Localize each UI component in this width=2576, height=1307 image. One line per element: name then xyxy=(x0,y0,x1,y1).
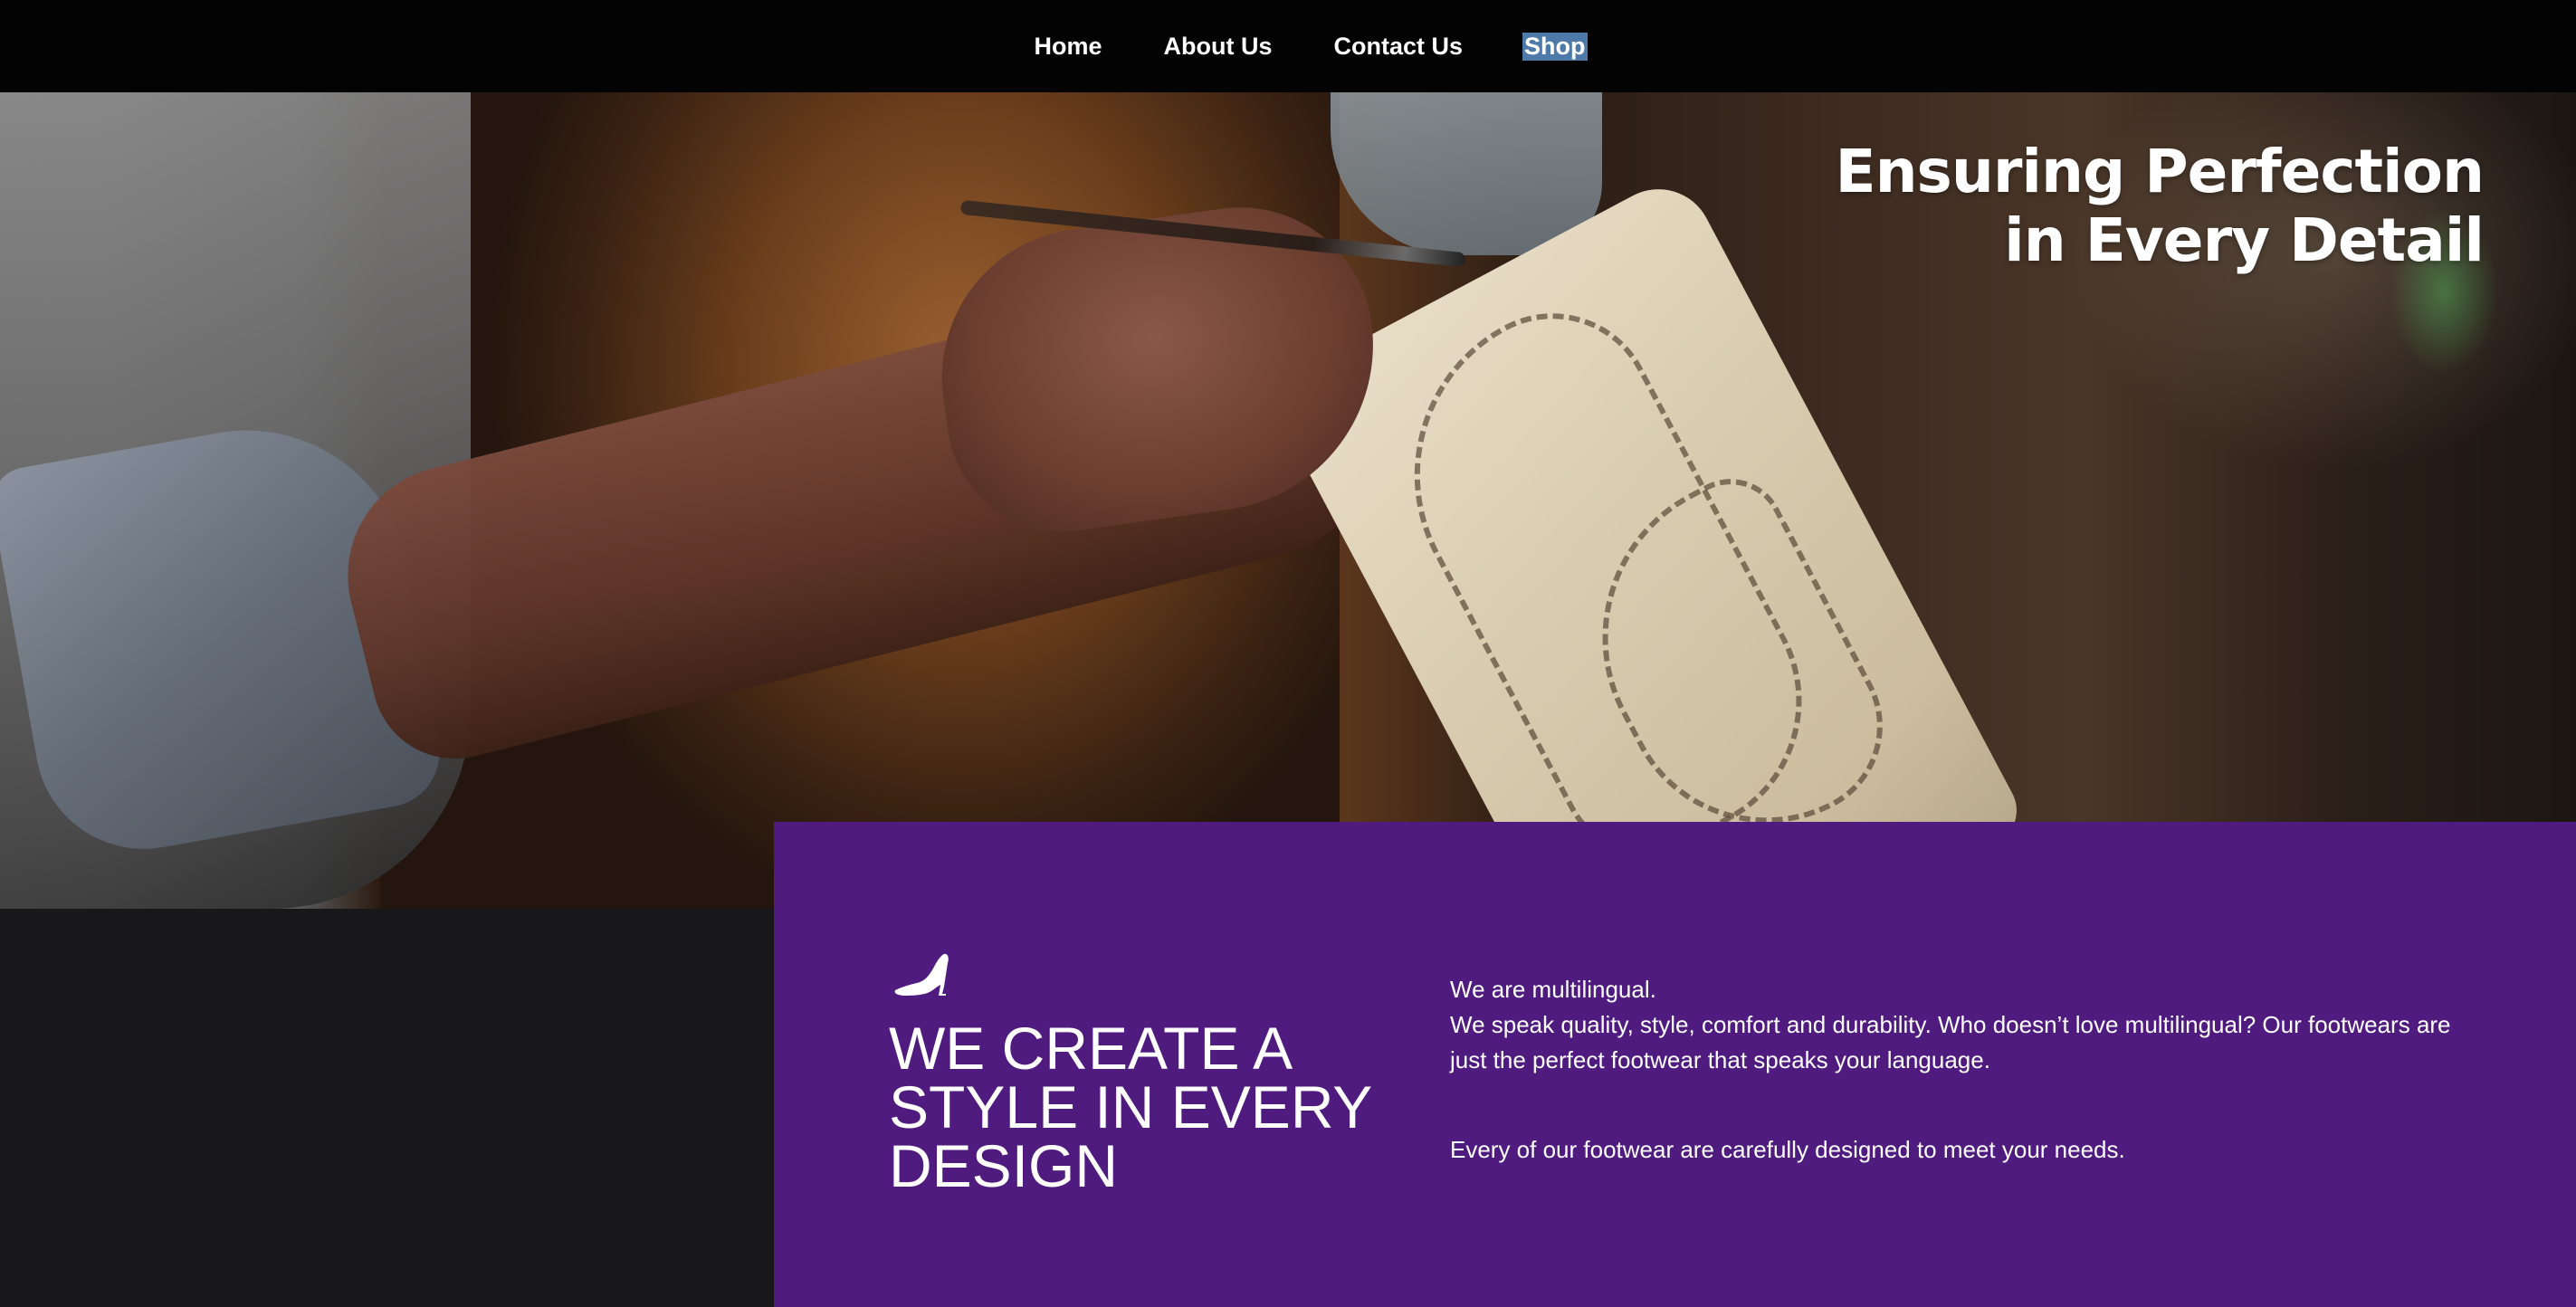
hero-title: Ensuring Perfection in Every Detail xyxy=(1835,137,2485,275)
feature-description: We are multilingual. We speak quality, s… xyxy=(1450,972,2491,1168)
nav-link-home[interactable]: Home xyxy=(1032,33,1103,61)
hero-title-line-1: Ensuring Perfection xyxy=(1835,137,2485,206)
hero-title-line-2: in Every Detail xyxy=(2004,205,2485,275)
nav-link-shop[interactable]: Shop xyxy=(1522,32,1588,61)
hero-photo-shoe-pattern xyxy=(1264,169,2030,909)
hero-banner: Ensuring Perfection in Every Detail xyxy=(0,92,2576,909)
feature-paragraph-1-intro: We are multilingual. xyxy=(1450,976,1656,1003)
nav-link-about-us[interactable]: About Us xyxy=(1162,33,1274,61)
feature-heading: WE CREATE A STYLE IN EVERY DESIGN xyxy=(889,1015,1372,1199)
nav-link-contact-us[interactable]: Contact Us xyxy=(1331,33,1465,61)
high-heel-shoe-icon xyxy=(894,953,949,996)
top-navigation: Home About Us Contact Us Shop xyxy=(0,0,2576,92)
feature-paragraph-1-body: We speak quality, style, comfort and dur… xyxy=(1450,1011,2451,1073)
hero-photo-right-sleeve xyxy=(1331,92,1602,255)
feature-panel: WE CREATE A STYLE IN EVERY DESIGN We are… xyxy=(774,822,2576,1307)
dark-background-band xyxy=(0,909,775,1307)
feature-paragraph-2: Every of our footwear are carefully desi… xyxy=(1450,1136,2125,1163)
